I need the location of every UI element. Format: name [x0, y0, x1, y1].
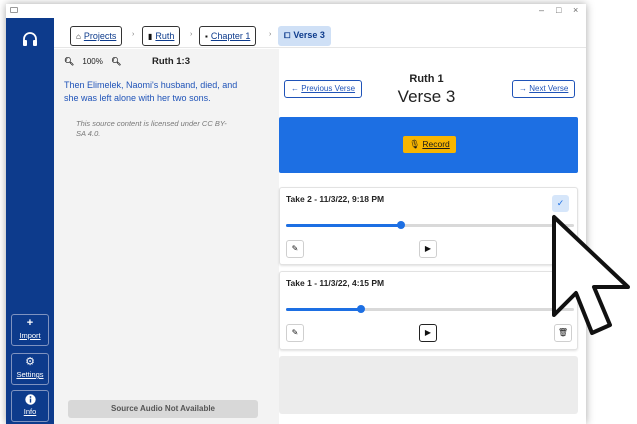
zoom-controls: 🔍︎ 100% 🔍︎ [64, 57, 121, 66]
pencil-icon: ✎ [291, 328, 299, 337]
import-button[interactable]: + Import [11, 314, 49, 346]
slider-handle[interactable] [397, 221, 406, 229]
file-icon: ▪ [205, 32, 208, 41]
zoom-in-icon[interactable]: 🔍︎ [111, 57, 121, 66]
settings-button[interactable]: ⚙ Settings [11, 353, 49, 385]
breadcrumb-ruth[interactable]: ▮ Ruth [142, 26, 181, 46]
zoom-out-icon[interactable]: 🔍︎ [64, 57, 74, 66]
breadcrumb: ⌂ Projects › ▮ Ruth › ▪ Chapter 1 › ⧠ Verse … [54, 18, 586, 48]
take-card-1: Take 1 - 11/3/22, 4:15 PM ↑ ✎ ▶ 🗑︎ [279, 271, 578, 350]
gear-icon: ⚙ [25, 356, 35, 368]
zoom-level: 100% [82, 57, 103, 66]
edit-button[interactable]: ✎ [286, 240, 304, 258]
bookmark-icon: ⧠ [284, 31, 291, 40]
minimize-button[interactable]: – [539, 5, 544, 15]
take-title: Take 2 - 11/3/22, 9:18 PM [286, 194, 385, 204]
edit-button[interactable]: ✎ [286, 324, 304, 342]
selected-check-icon[interactable]: ✓ [552, 195, 569, 212]
slider-handle[interactable] [356, 305, 365, 313]
progress-fill [286, 224, 402, 227]
sidebar: + Import ⚙ Settings Info [6, 18, 54, 424]
settings-label: Settings [16, 370, 44, 379]
chevron-right-icon: › [269, 31, 272, 38]
take-title: Take 1 - 11/3/22, 4:15 PM [286, 278, 385, 288]
breadcrumb-current-verse: ⧠ Verse 3 [278, 26, 331, 46]
microphone-icon: 🎙︎ [409, 139, 420, 149]
source-audio-status: Source Audio Not Available [68, 400, 258, 418]
progress-fill [286, 308, 361, 311]
info-label: Info [23, 407, 37, 416]
breadcrumb-projects[interactable]: ⌂ Projects [70, 26, 123, 46]
import-label: Import [19, 331, 41, 340]
system-menu-icon[interactable] [10, 7, 18, 13]
source-panel: 🔍︎ 100% 🔍︎ Ruth 1:3 Then Elimelek, Naomi… [54, 49, 279, 424]
plus-icon: + [26, 317, 34, 329]
home-icon: ⌂ [76, 32, 81, 41]
arrow-right-icon: → [519, 84, 527, 93]
take-card-2: Take 2 - 11/3/22, 9:18 PM ✓ ✎ ▶ 🗑︎ [279, 187, 578, 265]
mouse-pointer-icon [552, 215, 630, 335]
title-bar: – □ × [6, 4, 586, 18]
chevron-right-icon: › [190, 31, 193, 38]
close-button[interactable]: × [573, 5, 578, 15]
play-button[interactable]: ▶ [419, 240, 437, 258]
play-button[interactable]: ▶ [419, 324, 437, 342]
take-progress-slider[interactable] [286, 305, 574, 313]
empty-take-slot [279, 356, 578, 414]
source-reference: Ruth 1:3 [152, 56, 190, 67]
play-icon: ▶ [424, 244, 432, 253]
take-progress-slider[interactable] [286, 221, 574, 229]
headphones-icon [23, 32, 37, 46]
pencil-icon: ✎ [291, 244, 299, 253]
record-panel: 🎙︎ Record [279, 117, 578, 173]
app-window: – □ × + Import ⚙ Settings Info ⌂ Project… [6, 4, 586, 424]
chevron-right-icon: › [132, 31, 135, 38]
book-icon: ▮ [148, 32, 153, 41]
source-license: This source content is licensed under CC… [76, 119, 227, 138]
maximize-button[interactable]: □ [556, 5, 561, 15]
recording-panel: ← Previous Verse Ruth 1 Verse 3 → Next V… [279, 49, 586, 424]
info-icon [12, 393, 48, 406]
breadcrumb-chapter[interactable]: ▪ Chapter 1 [199, 26, 257, 46]
record-button[interactable]: 🎙︎ Record [403, 136, 456, 153]
info-button[interactable]: Info [11, 390, 49, 422]
next-verse-button[interactable]: → Next Verse [512, 80, 576, 98]
play-icon: ▶ [424, 328, 432, 337]
source-text: Then Elimelek, Naomi's husband, died, an… [64, 80, 238, 103]
